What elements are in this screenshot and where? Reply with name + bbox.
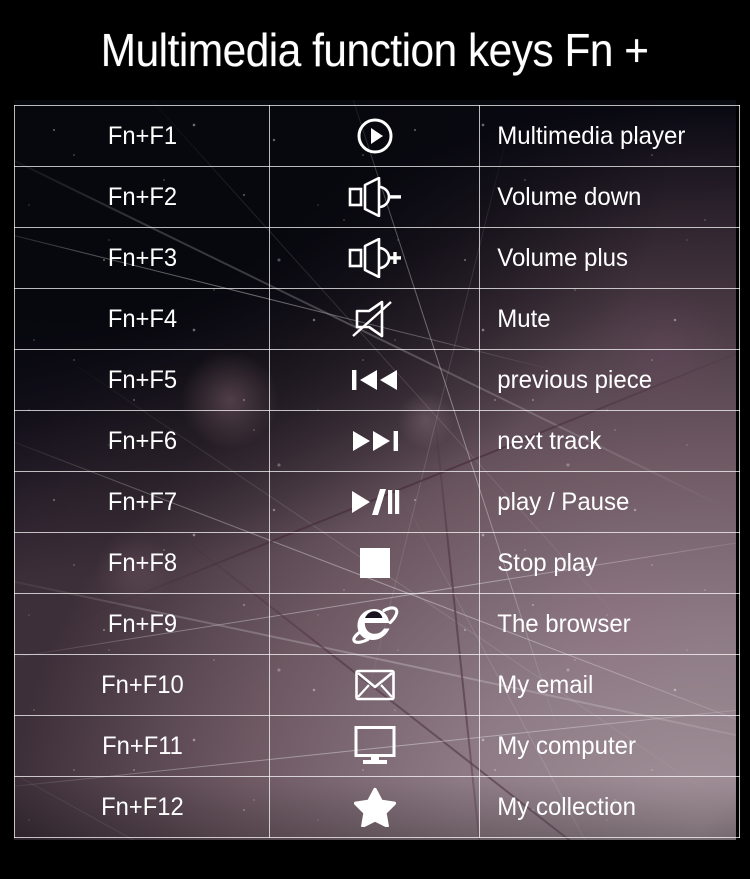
table-row[interactable]: Fn+F10 My email bbox=[14, 654, 740, 716]
key-combo-cell: Fn+F11 bbox=[14, 715, 270, 777]
internet-explorer-icon bbox=[270, 594, 479, 654]
volume-up-icon bbox=[270, 228, 479, 288]
play-circle-icon bbox=[270, 106, 479, 166]
description-label: My email bbox=[497, 671, 594, 699]
key-combo-cell: Fn+F10 bbox=[14, 654, 270, 716]
mute-icon bbox=[270, 289, 479, 349]
icon-cell bbox=[269, 410, 480, 472]
table-row[interactable]: Fn+F6 next track bbox=[14, 410, 740, 472]
key-combo-label: Fn+F3 bbox=[107, 244, 177, 272]
monitor-icon bbox=[270, 716, 479, 776]
key-combo-cell: Fn+F8 bbox=[14, 532, 270, 594]
function-key-table-body: Fn+F1 Multimedia player Fn+F2 Volume dow… bbox=[14, 105, 740, 838]
page-title: Multimedia function keys Fn + bbox=[101, 24, 649, 76]
key-combo-cell: Fn+F1 bbox=[14, 105, 270, 167]
description-label: Stop play bbox=[497, 549, 598, 577]
description-cell: My computer bbox=[479, 715, 740, 777]
stop-icon bbox=[270, 533, 479, 593]
icon-cell bbox=[269, 776, 480, 838]
table-row[interactable]: Fn+F9 The browser bbox=[14, 593, 740, 655]
table-row[interactable]: Fn+F4 Mute bbox=[14, 288, 740, 350]
description-cell: play / Pause bbox=[479, 471, 740, 533]
key-combo-label: Fn+F8 bbox=[107, 549, 177, 577]
key-combo-cell: Fn+F6 bbox=[14, 410, 270, 472]
key-combo-label: Fn+F12 bbox=[100, 793, 184, 821]
key-combo-cell: Fn+F4 bbox=[14, 288, 270, 350]
icon-cell bbox=[269, 288, 480, 350]
description-cell: Stop play bbox=[479, 532, 740, 594]
key-combo-cell: Fn+F3 bbox=[14, 227, 270, 289]
key-combo-label: Fn+F11 bbox=[101, 732, 183, 760]
description-label: previous piece bbox=[497, 366, 653, 394]
key-combo-cell: Fn+F7 bbox=[14, 471, 270, 533]
icon-cell bbox=[269, 349, 480, 411]
description-cell: next track bbox=[479, 410, 740, 472]
table-row[interactable]: Fn+F12 My collection bbox=[14, 776, 740, 838]
icon-cell bbox=[269, 654, 480, 716]
description-label: next track bbox=[497, 427, 602, 455]
description-label: Mute bbox=[497, 305, 551, 333]
page-root: Multimedia function keys Fn + Fn+F1 Mult… bbox=[0, 0, 750, 879]
description-label: play / Pause bbox=[497, 488, 630, 516]
key-combo-cell: Fn+F9 bbox=[14, 593, 270, 655]
icon-cell bbox=[269, 715, 480, 777]
description-cell: Volume plus bbox=[479, 227, 740, 289]
description-cell: previous piece bbox=[479, 349, 740, 411]
table-row[interactable]: Fn+F3 Volume plus bbox=[14, 227, 740, 289]
description-label: Volume down bbox=[497, 183, 642, 211]
description-cell: Volume down bbox=[479, 166, 740, 228]
key-combo-cell: Fn+F2 bbox=[14, 166, 270, 228]
key-combo-label: Fn+F9 bbox=[107, 610, 177, 638]
description-label: Multimedia player bbox=[497, 122, 686, 150]
key-combo-label: Fn+F1 bbox=[107, 122, 177, 150]
icon-cell bbox=[269, 593, 480, 655]
table-row[interactable]: Fn+F7 play / Pause bbox=[14, 471, 740, 533]
description-cell: My email bbox=[479, 654, 740, 716]
icon-cell bbox=[269, 471, 480, 533]
envelope-icon bbox=[270, 655, 479, 715]
icon-cell bbox=[269, 227, 480, 289]
key-combo-label: Fn+F4 bbox=[107, 305, 177, 333]
description-cell: The browser bbox=[479, 593, 740, 655]
description-label: The browser bbox=[497, 610, 631, 638]
key-combo-label: Fn+F6 bbox=[107, 427, 177, 455]
next-track-icon bbox=[270, 411, 479, 471]
key-combo-label: Fn+F7 bbox=[107, 488, 177, 516]
key-combo-cell: Fn+F12 bbox=[14, 776, 270, 838]
play-pause-icon bbox=[270, 472, 479, 532]
page-title-bar: Multimedia function keys Fn + bbox=[0, 0, 750, 100]
previous-track-icon bbox=[270, 350, 479, 410]
table-row[interactable]: Fn+F2 Volume down bbox=[14, 166, 740, 228]
key-combo-label: Fn+F5 bbox=[107, 366, 177, 394]
key-combo-label: Fn+F2 bbox=[107, 183, 177, 211]
key-combo-label: Fn+F10 bbox=[100, 671, 184, 699]
key-combo-cell: Fn+F5 bbox=[14, 349, 270, 411]
description-label: Volume plus bbox=[497, 244, 629, 272]
description-label: My computer bbox=[497, 732, 636, 760]
icon-cell bbox=[269, 166, 480, 228]
table-row[interactable]: Fn+F8 Stop play bbox=[14, 532, 740, 594]
volume-down-icon bbox=[270, 167, 479, 227]
description-cell: My collection bbox=[479, 776, 740, 838]
table-row[interactable]: Fn+F1 Multimedia player bbox=[14, 105, 740, 167]
function-key-table: Fn+F1 Multimedia player Fn+F2 Volume dow… bbox=[14, 105, 740, 838]
description-label: My collection bbox=[497, 793, 636, 821]
description-cell: Multimedia player bbox=[479, 105, 740, 167]
table-row[interactable]: Fn+F5 previous piece bbox=[14, 349, 740, 411]
icon-cell bbox=[269, 105, 480, 167]
icon-cell bbox=[269, 532, 480, 594]
table-row[interactable]: Fn+F11 My computer bbox=[14, 715, 740, 777]
description-cell: Mute bbox=[479, 288, 740, 350]
star-icon bbox=[270, 777, 479, 837]
